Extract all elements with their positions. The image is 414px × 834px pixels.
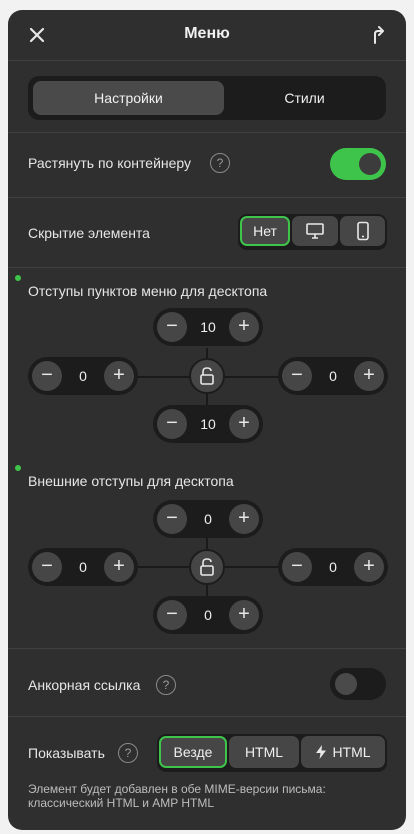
settings-tabs: Настройки Стили <box>28 76 386 120</box>
stretch-toggle[interactable] <box>330 148 386 180</box>
increment-button[interactable]: + <box>104 361 134 391</box>
item-padding-left-stepper: − 0 + <box>28 357 138 395</box>
increment-button[interactable]: + <box>104 552 134 582</box>
unlock-icon <box>200 558 214 576</box>
divider <box>8 132 406 133</box>
anchor-label: Анкорная ссылка <box>28 677 141 693</box>
divider <box>8 197 406 198</box>
lightning-icon <box>316 745 327 759</box>
outer-padding-top-stepper: − 0 + <box>153 500 263 538</box>
show-segmented-control: Везде HTML HTML <box>157 734 387 772</box>
increment-button[interactable]: + <box>354 552 384 582</box>
stretch-label: Растянуть по контейнеру <box>28 155 192 171</box>
hide-none-button[interactable]: Нет <box>240 216 290 246</box>
outer-padding-left-stepper: − 0 + <box>28 548 138 586</box>
item-padding-top-value[interactable]: 10 <box>187 308 229 346</box>
lock-padding-button[interactable] <box>189 358 225 394</box>
decrement-button[interactable]: − <box>282 552 312 582</box>
decrement-button[interactable]: − <box>32 552 62 582</box>
panel-header: Меню <box>8 10 406 61</box>
unlock-icon <box>200 367 214 385</box>
decrement-button[interactable]: − <box>157 409 187 439</box>
show-html-button[interactable]: HTML <box>229 736 299 768</box>
toggle-knob <box>359 153 381 175</box>
anchor-help-icon[interactable]: ? <box>156 675 176 695</box>
increment-button[interactable]: + <box>229 409 259 439</box>
divider <box>8 648 406 649</box>
show-help-icon[interactable]: ? <box>118 743 138 763</box>
item-padding-right-stepper: − 0 + <box>278 357 388 395</box>
divider <box>8 267 406 268</box>
panel-title: Меню <box>184 25 230 42</box>
outer-padding-right-value[interactable]: 0 <box>312 548 354 586</box>
mobile-icon <box>356 221 369 241</box>
stretch-help-icon[interactable]: ? <box>210 153 230 173</box>
decrement-button[interactable]: − <box>157 312 187 342</box>
modified-indicator <box>15 465 21 471</box>
increment-button[interactable]: + <box>229 504 259 534</box>
outer-padding-bottom-stepper: − 0 + <box>153 596 263 634</box>
show-label: Показывать <box>28 745 105 761</box>
show-everywhere-button[interactable]: Везде <box>159 736 227 768</box>
outer-padding-top-value[interactable]: 0 <box>187 500 229 538</box>
menu-settings-panel: Меню Настройки Стили Растянуть по контей… <box>8 10 406 830</box>
share-arrow-icon[interactable] <box>368 24 390 46</box>
lock-margin-button[interactable] <box>189 549 225 585</box>
show-amp-html-button[interactable]: HTML <box>301 736 385 768</box>
divider <box>8 716 406 717</box>
item-padding-label: Отступы пунктов меню для десктопа <box>28 283 268 299</box>
decrement-button[interactable]: − <box>32 361 62 391</box>
item-padding-right-value[interactable]: 0 <box>312 357 354 395</box>
decrement-button[interactable]: − <box>157 600 187 630</box>
hide-mobile-button[interactable] <box>340 216 385 246</box>
anchor-toggle[interactable] <box>330 668 386 700</box>
amp-html-label: HTML <box>332 744 371 760</box>
outer-padding-left-value[interactable]: 0 <box>62 548 104 586</box>
hiding-segmented-control: Нет <box>238 214 387 250</box>
desktop-icon <box>306 223 324 239</box>
modified-indicator <box>15 275 21 281</box>
decrement-button[interactable]: − <box>282 361 312 391</box>
increment-button[interactable]: + <box>354 361 384 391</box>
outer-padding-label: Внешние отступы для десктопа <box>28 473 234 489</box>
increment-button[interactable]: + <box>229 600 259 630</box>
mime-note: Элемент будет добавлен в обе MIME-версии… <box>28 782 326 810</box>
decrement-button[interactable]: − <box>157 504 187 534</box>
hide-desktop-button[interactable] <box>292 216 338 246</box>
item-padding-top-stepper: − 10 + <box>153 308 263 346</box>
item-padding-bottom-value[interactable]: 10 <box>187 405 229 443</box>
tab-settings[interactable]: Настройки <box>33 81 224 115</box>
hiding-label: Скрытие элемента <box>28 225 150 241</box>
item-padding-left-value[interactable]: 0 <box>62 357 104 395</box>
outer-padding-right-stepper: − 0 + <box>278 548 388 586</box>
tab-styles[interactable]: Стили <box>228 81 381 115</box>
item-padding-bottom-stepper: − 10 + <box>153 405 263 443</box>
toggle-knob <box>335 673 357 695</box>
outer-padding-bottom-value[interactable]: 0 <box>187 596 229 634</box>
increment-button[interactable]: + <box>229 312 259 342</box>
